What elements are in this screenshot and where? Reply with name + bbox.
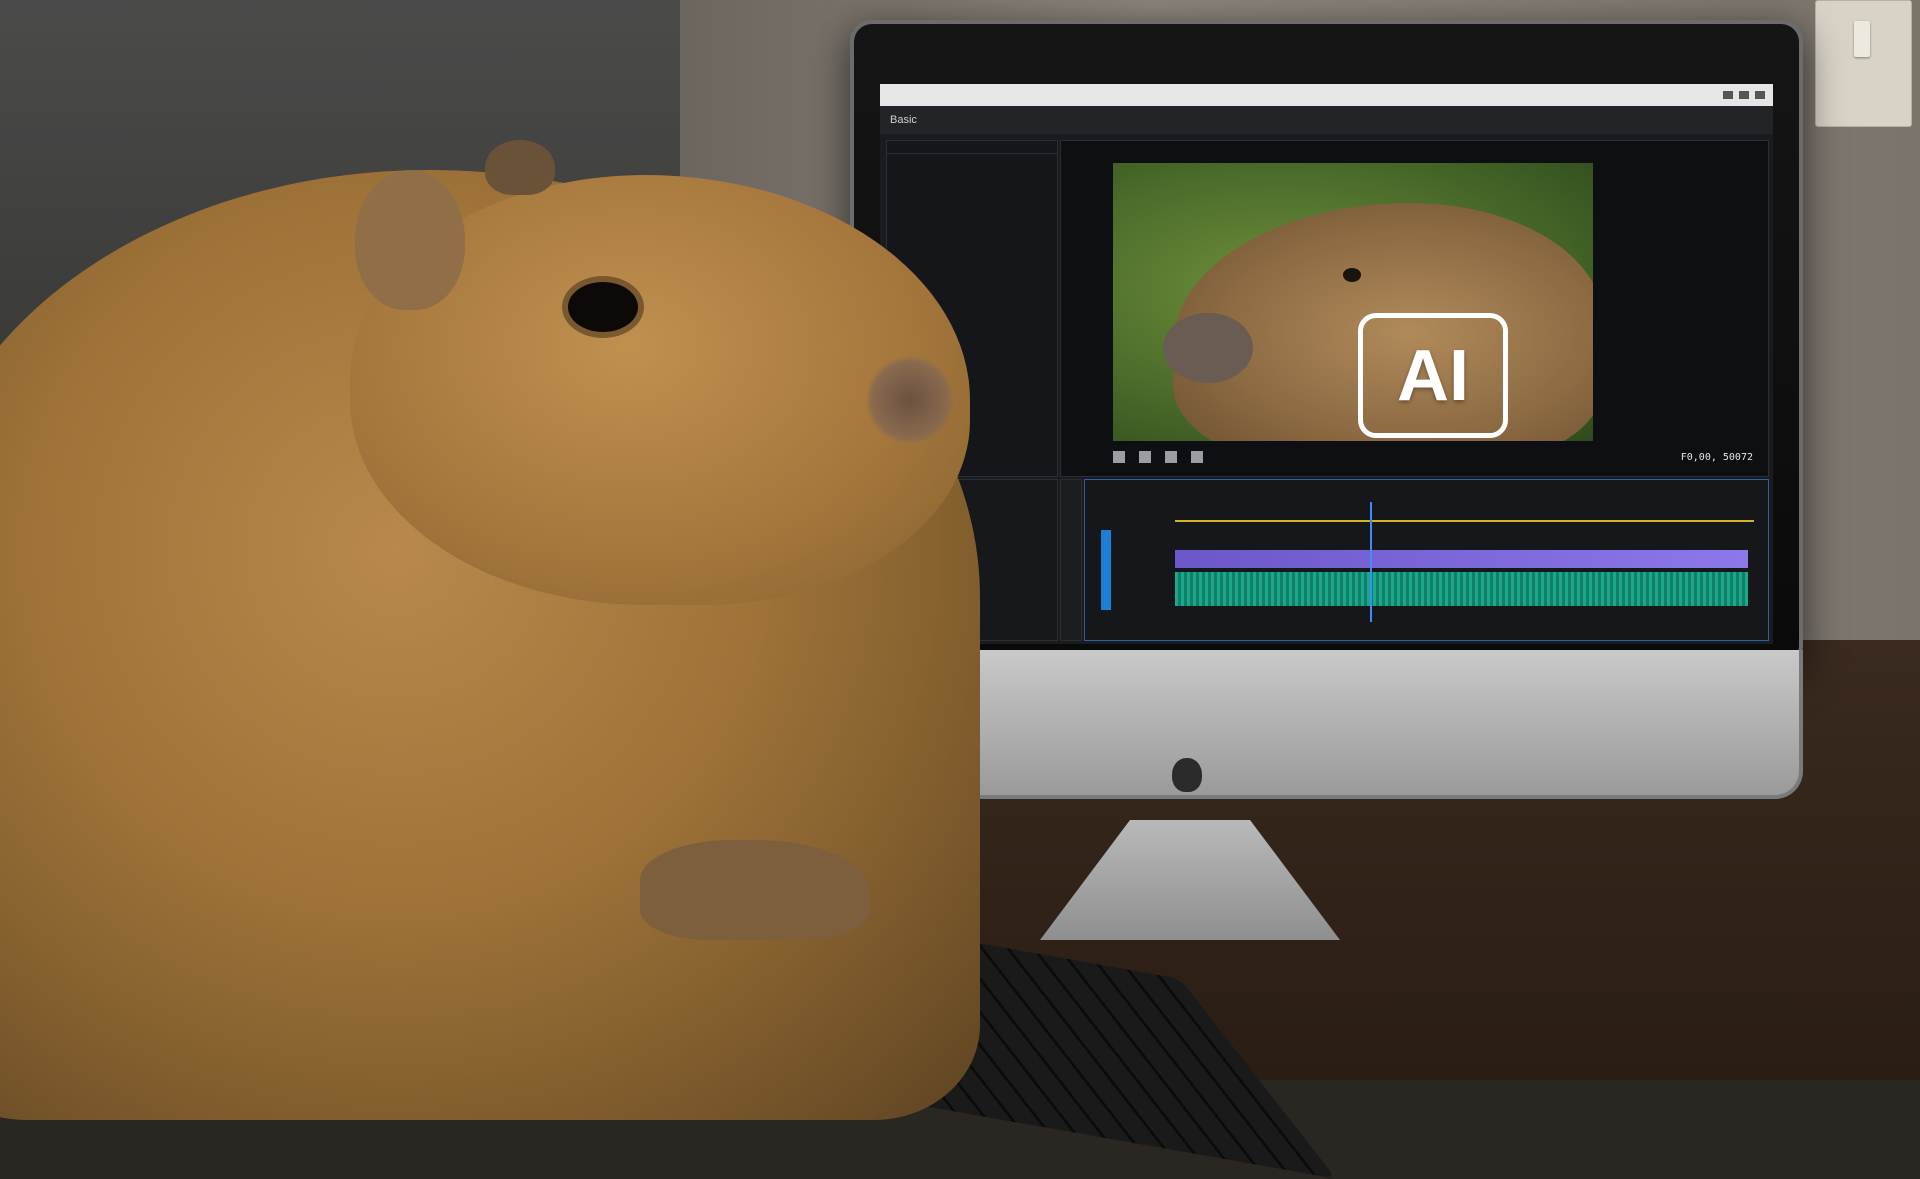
source-panel-tabs	[887, 141, 1057, 154]
program-monitor: AI F0,00, 50072	[1060, 140, 1769, 477]
timeline-title	[1085, 480, 1768, 488]
imac-monitor: Basic AI F0,00, 50072	[850, 0, 1803, 940]
step-back-icon[interactable]	[1113, 451, 1125, 463]
monitor-chin	[850, 650, 1803, 799]
capybara-ear	[355, 170, 465, 310]
audio-meter	[1101, 530, 1111, 610]
step-forward-icon[interactable]	[1165, 451, 1177, 463]
timeline-panel	[1084, 479, 1769, 641]
capybara-paw	[640, 840, 870, 940]
light-switch	[1815, 0, 1912, 127]
capybara-nose	[865, 355, 955, 445]
app-menu[interactable]: Basic	[890, 114, 917, 126]
photo-scene: Basic AI F0,00, 50072	[0, 0, 1920, 1179]
monitor-bezel: Basic AI F0,00, 50072	[850, 20, 1803, 668]
video-clip[interactable]	[1175, 550, 1748, 568]
playhead[interactable]	[1370, 502, 1372, 622]
minimize-button[interactable]	[1723, 91, 1733, 99]
capybara-eye	[568, 282, 638, 332]
video-editor-screen: Basic AI F0,00, 50072	[880, 84, 1773, 644]
program-timecode: F0,00, 50072	[1680, 451, 1753, 463]
camera-icon[interactable]	[1191, 451, 1203, 463]
monitor-stand	[1040, 820, 1340, 940]
audio-clip-waveform[interactable]	[1175, 572, 1748, 606]
video-preview-frame: AI	[1113, 163, 1593, 441]
preview-capybara-snout	[1163, 313, 1253, 383]
transport-controls: F0,00, 50072	[1113, 445, 1753, 469]
timeline-ruler[interactable]	[1175, 502, 1754, 522]
window-titlebar	[880, 84, 1773, 106]
ai-watermark: AI	[1358, 313, 1508, 438]
maximize-button[interactable]	[1739, 91, 1749, 99]
play-icon[interactable]	[1139, 451, 1151, 463]
tools-panel	[1060, 479, 1082, 641]
capybara-ear-far	[485, 140, 555, 195]
apple-logo-icon	[1172, 758, 1202, 792]
workspace-bar: Basic	[880, 106, 1773, 134]
panel-hint	[887, 154, 1057, 162]
preview-capybara-eye	[1343, 268, 1361, 282]
close-button[interactable]	[1755, 91, 1765, 99]
